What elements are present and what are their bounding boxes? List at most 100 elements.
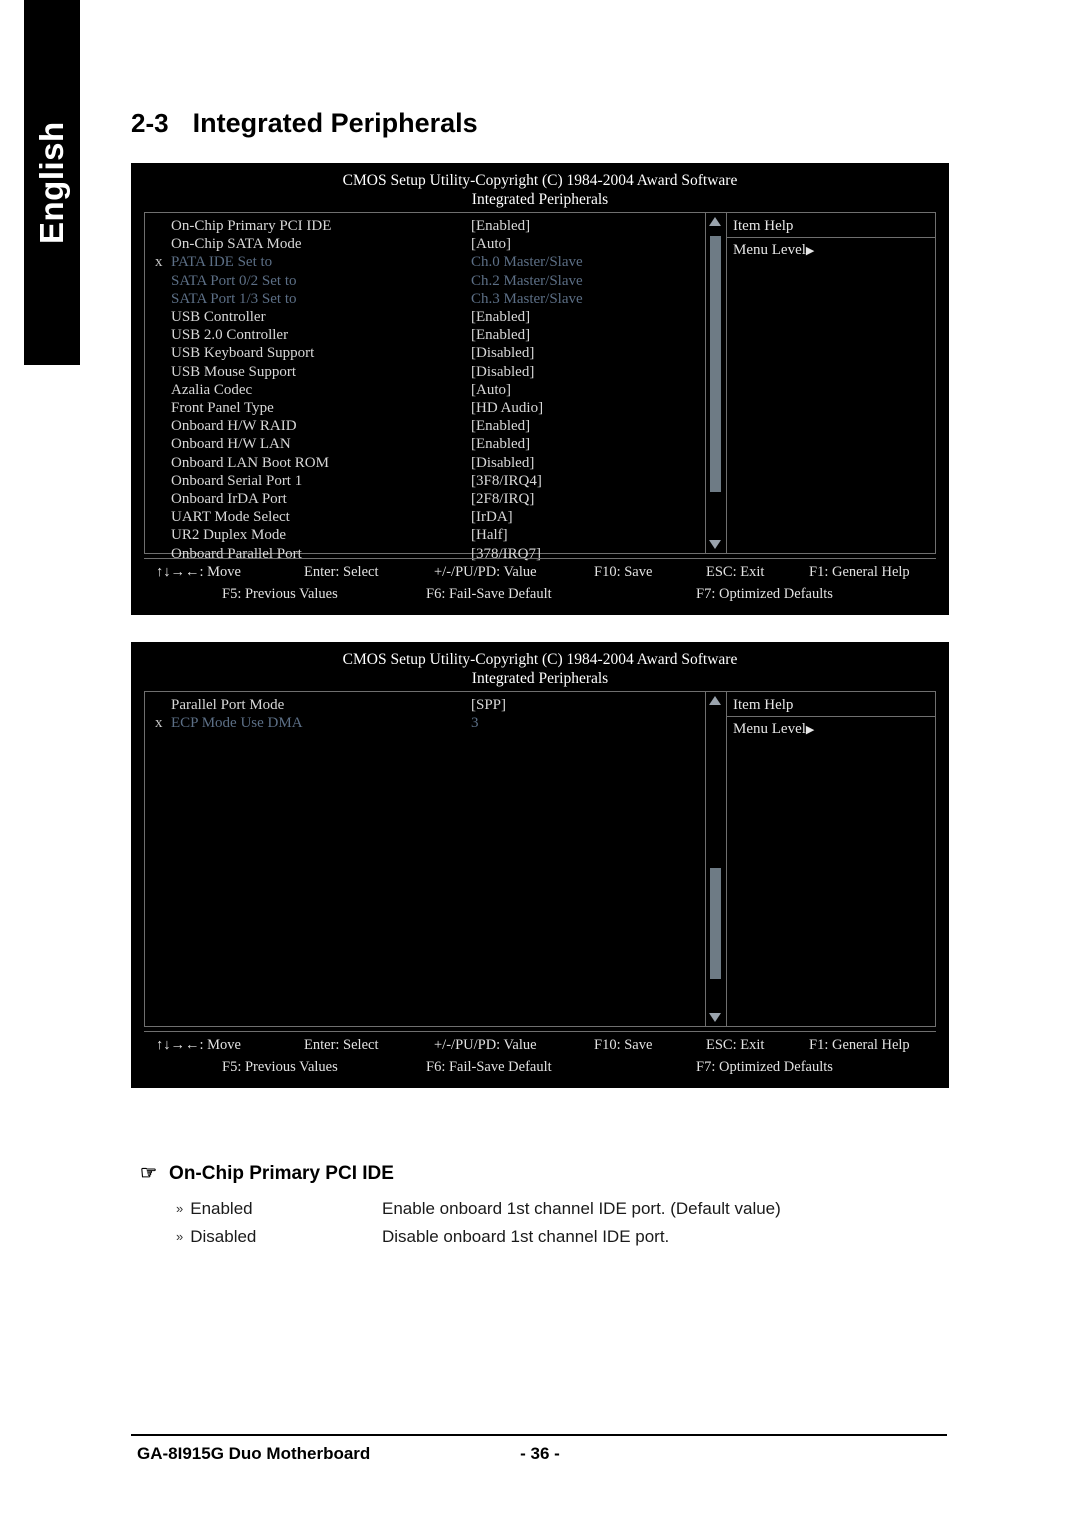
bios-option-row[interactable]: Parallel Port Mode [SPP] <box>145 696 705 714</box>
page-title: 2-3 Integrated Peripherals <box>131 108 478 139</box>
bios-option-label: ECP Mode Use DMA <box>171 715 303 732</box>
bios-option-row[interactable]: On-Chip SATA Mode [Auto] <box>145 235 705 253</box>
double-arrow-bullet-icon: » <box>176 1201 184 1216</box>
bios-option-row[interactable]: Onboard H/W LAN [Enabled] <box>145 435 705 453</box>
setting-title: On-Chip Primary PCI IDE <box>169 1162 394 1184</box>
scroll-up-arrow-icon[interactable] <box>709 217 721 226</box>
bios-option-label: Front Panel Type <box>171 400 274 417</box>
bios-option-value[interactable]: [Enabled] <box>471 435 530 453</box>
bios-option-prefix <box>155 217 171 235</box>
bios-option-label: USB Mouse Support <box>171 363 297 380</box>
bios-option-prefix <box>155 472 171 490</box>
bios-option-value[interactable]: [3F8/IRQ4] <box>471 472 542 490</box>
bios-option-row[interactable]: x ECP Mode Use DMA 3 <box>145 714 705 732</box>
menu-level-arrow-icon: ▶ <box>805 724 815 736</box>
bios-option-prefix <box>155 344 171 362</box>
bios-option-row[interactable]: Front Panel Type [HD Audio] <box>145 399 705 417</box>
bios-option-prefix: x <box>155 254 163 271</box>
bios-option-row[interactable]: UART Mode Select [IrDA] <box>145 508 705 526</box>
bios-key-hint: F6: Fail-Save Default <box>426 586 552 602</box>
bios-option-prefix <box>155 308 171 326</box>
bios-header-line2: Integrated Peripherals <box>471 670 609 687</box>
bios-scrollbar[interactable] <box>705 692 727 1026</box>
bios-option-row[interactable]: USB Keyboard Support [Disabled] <box>145 344 705 362</box>
bios-option-label: Onboard Serial Port 1 <box>171 472 303 489</box>
bios-option-row[interactable]: On-Chip Primary PCI IDE [Enabled] <box>145 217 705 235</box>
bios-option-label: Onboard H/W RAID <box>171 418 297 435</box>
bios-option-value[interactable]: [2F8/IRQ] <box>471 490 534 508</box>
bios-option-row[interactable]: USB Mouse Support [Disabled] <box>145 363 705 381</box>
bios-screenshot-1: CMOS Setup Utility-Copyright (C) 1984-20… <box>131 163 949 615</box>
scroll-down-arrow-icon[interactable] <box>709 1013 721 1022</box>
bios-key-hint: F10: Save <box>594 1037 653 1053</box>
bios-option-row[interactable]: Onboard IrDA Port [2F8/IRQ] <box>145 490 705 508</box>
bios-option-value[interactable]: [Disabled] <box>471 454 534 472</box>
bios-option-prefix <box>155 417 171 435</box>
menu-level-line: Menu Level▶ <box>727 717 935 739</box>
bios-option-prefix <box>155 272 171 290</box>
section-number: 2-3 <box>131 108 169 138</box>
item-help-title: Item Help <box>727 213 935 238</box>
bios-option-list: Parallel Port Mode [SPP] x ECP Mode Use DMA… <box>145 692 705 1026</box>
bios-option-prefix <box>155 326 171 344</box>
bios-option-row[interactable]: SATA Port 1/3 Set to Ch.3 Master/Slave <box>145 290 705 308</box>
setting-option-list: » Enabled Enable onboard 1st channel IDE p… <box>176 1195 936 1251</box>
bios-scrollbar[interactable] <box>705 213 727 553</box>
bios-option-value[interactable]: 3 <box>471 714 479 732</box>
bios-option-row[interactable]: Onboard LAN Boot ROM [Disabled] <box>145 454 705 472</box>
bios-header: CMOS Setup Utility-Copyright (C) 1984-20… <box>132 164 948 209</box>
menu-level-arrow-icon: ▶ <box>805 245 815 257</box>
bios-option-value[interactable]: Ch.3 Master/Slave <box>471 290 583 308</box>
bios-key-hint: F5: Previous Values <box>222 586 338 602</box>
bios-option-value[interactable]: [Enabled] <box>471 308 530 326</box>
bios-option-prefix <box>155 435 171 453</box>
bios-item-help-panel: Item Help Menu Level▶ <box>727 692 935 1026</box>
scroll-up-arrow-icon[interactable] <box>709 696 721 705</box>
bios-option-label: UR2 Duplex Mode <box>171 527 286 544</box>
bios-option-value[interactable]: [Enabled] <box>471 217 530 235</box>
bios-option-prefix <box>155 490 171 508</box>
bios-option-label: USB Keyboard Support <box>171 345 315 362</box>
bios-option-row[interactable]: Onboard Serial Port 1 [3F8/IRQ4] <box>145 472 705 490</box>
bios-key-legend: ↑↓→←: Move Enter: Select +/-/PU/PD: Value F… <box>144 558 936 606</box>
footer-page-number: - 36 - <box>520 1444 560 1463</box>
bios-key-hint: Enter: Select <box>304 1037 379 1053</box>
scroll-thumb[interactable] <box>710 868 721 980</box>
bios-option-value[interactable]: Ch.0 Master/Slave <box>471 253 583 271</box>
bios-option-value[interactable]: [SPP] <box>471 696 506 714</box>
bios-option-row[interactable]: USB Controller [Enabled] <box>145 308 705 326</box>
bios-option-value[interactable]: [Disabled] <box>471 363 534 381</box>
bios-option-prefix: x <box>155 715 163 732</box>
bios-option-value[interactable]: [Auto] <box>471 235 511 253</box>
bios-option-label: UART Mode Select <box>171 509 290 526</box>
scroll-down-arrow-icon[interactable] <box>709 540 721 549</box>
bios-screenshot-2: CMOS Setup Utility-Copyright (C) 1984-20… <box>131 642 949 1088</box>
bios-option-value[interactable]: Ch.2 Master/Slave <box>471 272 583 290</box>
bios-option-value[interactable]: [Disabled] <box>471 344 534 362</box>
bios-option-value[interactable]: [Auto] <box>471 381 511 399</box>
bios-option-row[interactable]: x PATA IDE Set to Ch.0 Master/Slave <box>145 253 705 271</box>
bios-option-value[interactable]: [Half] <box>471 526 508 544</box>
bios-option-label: SATA Port 0/2 Set to <box>171 272 297 289</box>
bios-option-value[interactable]: [Enabled] <box>471 326 530 344</box>
setting-option-row: » Disabled Disable onboard 1st channel IDE… <box>176 1223 936 1251</box>
footer-divider <box>131 1434 947 1436</box>
bios-option-row[interactable]: SATA Port 0/2 Set to Ch.2 Master/Slave <box>145 272 705 290</box>
bios-option-row[interactable]: Onboard H/W RAID [Enabled] <box>145 417 705 435</box>
bios-key-hint: F10: Save <box>594 564 653 580</box>
bios-option-row[interactable]: UR2 Duplex Mode [Half] <box>145 526 705 544</box>
bios-option-row[interactable]: Azalia Codec [Auto] <box>145 381 705 399</box>
bios-option-row[interactable]: USB 2.0 Controller [Enabled] <box>145 326 705 344</box>
bios-option-value[interactable]: [IrDA] <box>471 508 513 526</box>
language-side-tab: English <box>24 0 80 365</box>
bios-option-label: Onboard LAN Boot ROM <box>171 454 329 471</box>
bios-option-value[interactable]: [HD Audio] <box>471 399 543 417</box>
bios-item-help-panel: Item Help Menu Level▶ <box>727 213 935 553</box>
setting-option-description: Disable onboard 1st channel IDE port. <box>382 1227 670 1246</box>
bios-option-label: Azalia Codec <box>171 381 253 398</box>
bios-key-hint: +/-/PU/PD: Value <box>434 564 537 580</box>
menu-level-label: Menu Level <box>733 721 806 737</box>
scroll-thumb[interactable] <box>710 235 721 493</box>
bios-body: On-Chip Primary PCI IDE [Enabled] On-Chip … <box>144 212 936 562</box>
bios-option-value[interactable]: [Enabled] <box>471 417 530 435</box>
